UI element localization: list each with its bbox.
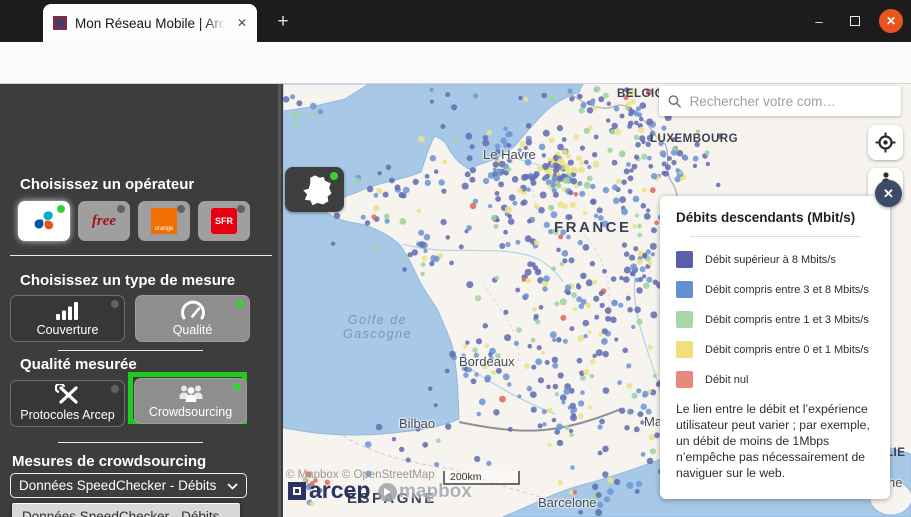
crowdsourcing-button[interactable]: Crowdsourcing [134,378,247,424]
chevron-down-icon [227,478,238,493]
map-label-bilbao: Bilbao [399,416,435,431]
measure-type-heading: Choisissez un type de mesure [20,272,235,289]
operator-button-sfr[interactable]: SFR [198,201,250,241]
window-close-button[interactable]: ✕ [879,9,903,33]
window-minimize-button[interactable]: – [807,9,831,33]
orange-logo: orange [151,208,177,234]
divider [58,350,203,351]
map-label-le-havre: Le Havre [483,147,536,162]
status-dot [111,300,119,308]
dropdown-option-speedchecker-debits[interactable]: Données SpeedChecker - Débits [12,504,240,517]
people-group-icon [176,381,206,403]
legend-title: Débits descendants (Mbit/s) [676,210,875,225]
operator-heading: Choisissez un opérateur [20,176,194,193]
signal-bars-icon [55,299,81,321]
coverage-button[interactable]: Couverture [10,295,125,342]
window-maximize-button[interactable] [843,9,867,33]
status-dot [57,205,65,213]
legend-note: Le lien entre le débit et l’expérience u… [676,401,875,481]
search-input[interactable] [690,94,892,109]
legend-close-button[interactable]: ✕ [875,180,902,207]
legend-swatch [676,371,693,388]
crowdsourcing-select[interactable]: Données SpeedChecker - Débits [10,473,247,498]
status-dot [330,172,338,180]
geolocate-icon [875,132,896,153]
legend-swatch [676,341,693,358]
map-label-france: FRANCE [554,219,632,236]
crowdsourcing-dropdown-list: Données SpeedChecker - Débits Données Mo… [12,503,240,517]
operator-button-bouygues[interactable] [18,201,70,241]
legend-item: Débit compris entre 3 et 8 Mbits/s [676,281,875,298]
tab-close-icon[interactable]: ✕ [233,14,251,32]
new-tab-button[interactable]: + [270,9,296,35]
sidebar: Choisissez un opérateur free orange SFR [0,84,283,517]
mapbox-logo[interactable]: mapbox [378,481,472,503]
sidebar-scrollbar[interactable] [278,84,281,517]
tab-favicon-icon [53,16,67,30]
status-dot [233,383,241,391]
map-canvas[interactable]: BELGIQUE LUXEMBOURG Le Havre FRANCE Golf… [283,84,911,517]
browser-tab[interactable]: Mon Réseau Mobile | Arce ✕ [43,4,257,42]
quality-button[interactable]: Qualité [135,295,250,342]
legend-item: Débit compris entre 1 et 3 Mbits/s [676,311,875,328]
quality-measured-heading: Qualité mesurée [20,356,137,373]
crowdsourcing-measures-heading: Mesures de crowdsourcing [12,453,206,470]
status-dot [111,385,119,393]
arcep-logo-icon [288,482,306,500]
tab-title-fade [205,8,231,38]
legend-swatch [676,311,693,328]
legend-swatch [676,251,693,268]
status-dot [177,205,185,213]
sfr-logo: SFR [211,208,237,234]
crowdsourcing-highlight-box: Crowdsourcing [128,372,247,424]
legend-item: Débit compris entre 0 et 1 Mbits/s [676,341,875,358]
divider [690,236,861,237]
operator-button-orange[interactable]: orange [138,201,190,241]
divider [10,255,272,256]
search-icon [668,94,682,109]
map-label-luxembourg: LUXEMBOURG [650,133,738,145]
status-dot [237,205,245,213]
browser-window: Mon Réseau Mobile | Arce ✕ + – ✕ ← → htt… [0,0,911,517]
france-region-button[interactable] [285,167,344,212]
arcep-protocols-button[interactable]: Protocoles Arcep [10,380,125,427]
status-dot [117,205,125,213]
divider [58,442,203,443]
mapbox-logo-icon [378,483,397,502]
map-label-ne-fragment: ne [888,475,902,490]
operator-button-free[interactable]: free [78,201,130,241]
status-dot [236,300,244,308]
geolocate-button[interactable] [868,125,903,160]
commune-search[interactable] [659,86,901,116]
map-label-bordeaux: Bordeaux [459,354,515,369]
browser-toolbar: ← → https://monreseaumobile.arcep.fr ☆ [0,42,911,84]
gauge-icon [179,299,207,321]
titlebar: Mon Réseau Mobile | Arce ✕ + – ✕ [0,0,911,42]
france-silhouette-icon [297,173,333,206]
map-label-golfe-de-gascogne: Golfe de Gascogne [343,313,412,341]
select-value: Données SpeedChecker - Débits [19,478,216,493]
close-icon: ✕ [883,186,894,202]
legend-panel: Débits descendants (Mbit/s) Débit supéri… [660,196,890,499]
map-label-barcelone: Barcelone [538,495,597,510]
legend-swatch [676,281,693,298]
legend-item: Débit supérieur à 8 Mbits/s [676,251,875,268]
legend-item: Débit nul [676,371,875,388]
arcep-logo[interactable]: arcep [288,477,370,504]
tools-icon [55,384,81,406]
free-logo: free [92,213,116,230]
bouygues-logo-icon [28,209,60,233]
